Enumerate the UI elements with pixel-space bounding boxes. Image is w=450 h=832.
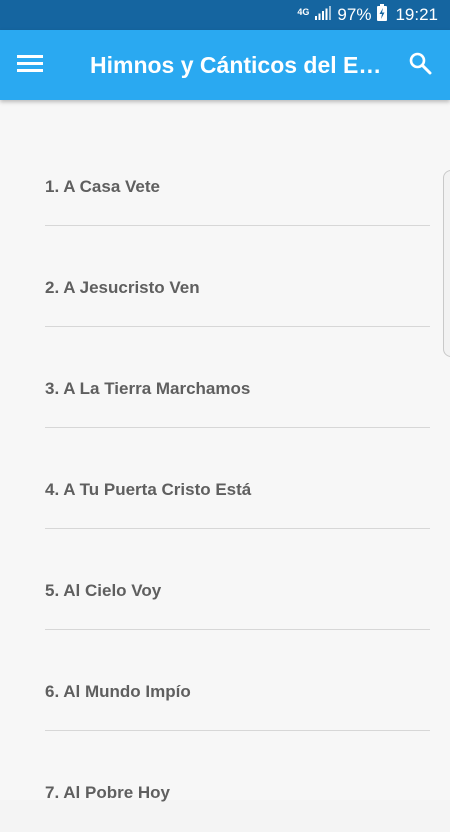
list-item[interactable]: 1. A Casa Vete [45, 125, 430, 226]
network-type: 4G [297, 7, 310, 17]
hymn-title: 3. A La Tierra Marchamos [45, 379, 251, 398]
hymn-title: 2. A Jesucristo Ven [45, 278, 200, 297]
hymn-list: 1. A Casa Vete 2. A Jesucristo Ven 3. A … [0, 100, 450, 802]
app-bar: Himnos y Cánticos del E… [0, 30, 450, 100]
hymn-title: 4. A Tu Puerta Cristo Está [45, 480, 252, 499]
fast-scroll-handle[interactable] [443, 170, 450, 357]
hymn-title: 5. Al Cielo Voy [45, 581, 162, 600]
list-item[interactable]: 3. A La Tierra Marchamos [45, 327, 430, 428]
search-button[interactable] [402, 47, 438, 83]
status-indicators: 4G 97% 19:21 [297, 0, 438, 30]
menu-button[interactable] [12, 47, 48, 83]
list-item[interactable]: 6. Al Mundo Impío [45, 630, 430, 731]
signal-icon [315, 5, 332, 25]
hymn-title: 6. Al Mundo Impío [45, 682, 191, 701]
page-title: Himnos y Cánticos del E… [90, 52, 382, 78]
list-item[interactable]: 5. Al Cielo Voy [45, 529, 430, 630]
hamburger-menu-icon [17, 53, 43, 78]
hymn-title: 1. A Casa Vete [45, 177, 160, 196]
battery-percent: 97% [337, 5, 372, 24]
list-item[interactable]: 2. A Jesucristo Ven [45, 226, 430, 327]
battery-charging-icon [377, 4, 388, 26]
list-item[interactable]: 7. Al Pobre Hoy [45, 731, 430, 832]
search-icon [408, 51, 432, 80]
status-bar: 4G 97% 19:21 [0, 0, 450, 30]
clock: 19:21 [395, 5, 438, 24]
hymn-title: 7. Al Pobre Hoy [45, 783, 171, 802]
list-item[interactable]: 4. A Tu Puerta Cristo Está [45, 428, 430, 529]
